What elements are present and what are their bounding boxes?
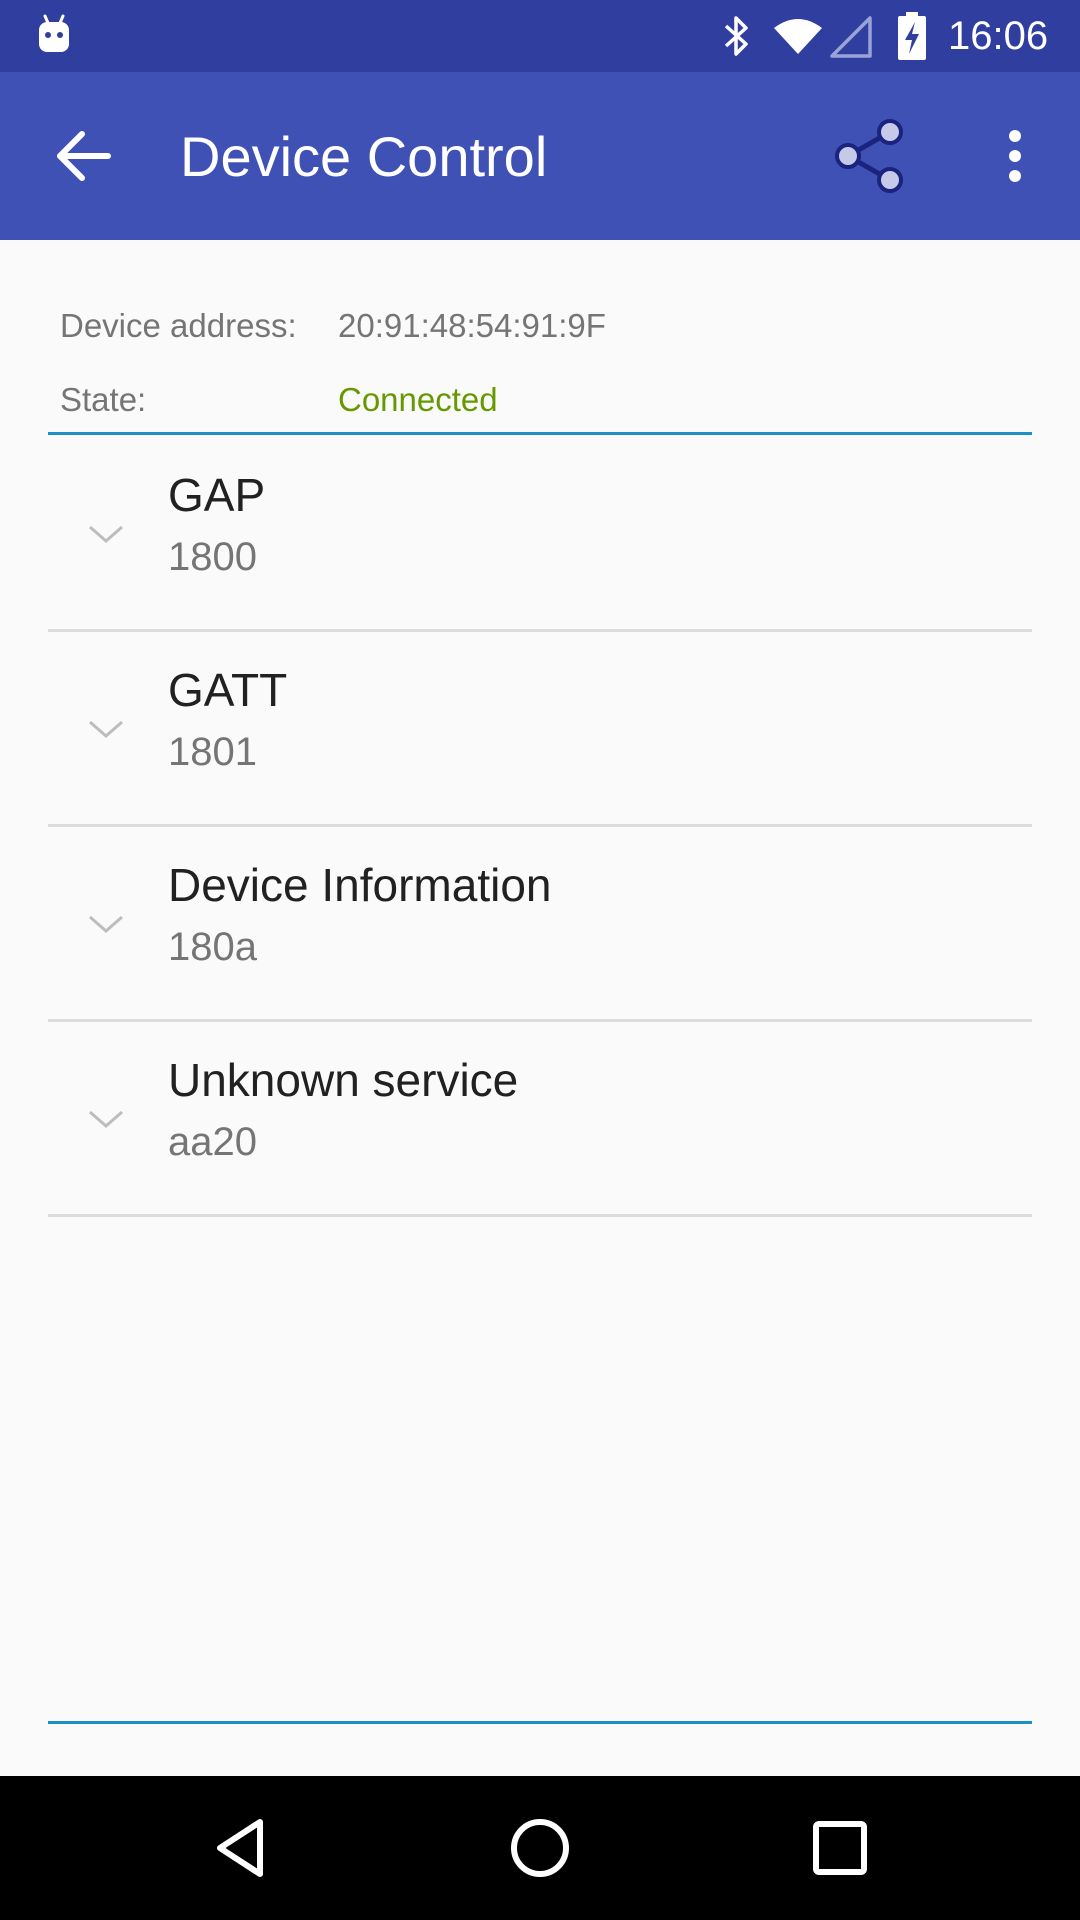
chevron-down-icon	[89, 915, 123, 933]
device-address-row: Device address: 20:91:48:54:91:9F	[60, 302, 960, 350]
share-icon[interactable]	[826, 114, 910, 198]
cell-signal-icon	[830, 16, 872, 58]
list-item[interactable]: GATT 1801	[48, 630, 1032, 825]
status-bar: 16:06	[0, 0, 1080, 72]
service-name: GAP	[168, 469, 266, 521]
chevron-down-icon	[89, 1110, 123, 1128]
navigation-bar	[0, 1776, 1080, 1920]
chevron-down-icon	[89, 525, 123, 543]
arrow-back-icon[interactable]	[50, 124, 120, 188]
bluetooth-icon	[724, 16, 748, 56]
list-bottom-divider	[48, 1721, 1032, 1724]
service-uuid: 1801	[168, 730, 257, 774]
service-name: Device Information	[168, 859, 552, 911]
recents-square-icon[interactable]	[804, 1812, 876, 1884]
battery-charging-icon	[898, 12, 926, 60]
app-bar: Device Control	[0, 72, 1080, 240]
back-triangle-icon[interactable]	[204, 1812, 276, 1884]
device-address-value: 20:91:48:54:91:9F	[338, 307, 606, 344]
list-item[interactable]: GAP 1800	[48, 435, 1032, 630]
more-vert-icon[interactable]	[990, 124, 1040, 188]
service-uuid: 1800	[168, 535, 257, 579]
state-row: State: Connected	[60, 376, 960, 424]
list-item[interactable]: Device Information 180a	[48, 825, 1032, 1020]
service-uuid: 180a	[168, 925, 257, 969]
wifi-icon	[774, 19, 822, 54]
status-clock: 16:06	[948, 14, 1049, 58]
service-name: GATT	[168, 664, 288, 716]
chevron-down-icon	[89, 720, 123, 738]
list-item[interactable]: Unknown service aa20	[48, 1020, 1032, 1215]
state-label: State:	[60, 381, 147, 418]
service-name: Unknown service	[168, 1054, 519, 1106]
android-notification-icon	[39, 14, 69, 52]
page-title: Device Control	[180, 125, 548, 188]
service-uuid: aa20	[168, 1120, 257, 1164]
device-address-label: Device address:	[60, 307, 297, 344]
home-circle-icon[interactable]	[504, 1812, 576, 1884]
list-divider	[48, 1214, 1032, 1217]
state-value: Connected	[338, 381, 498, 418]
